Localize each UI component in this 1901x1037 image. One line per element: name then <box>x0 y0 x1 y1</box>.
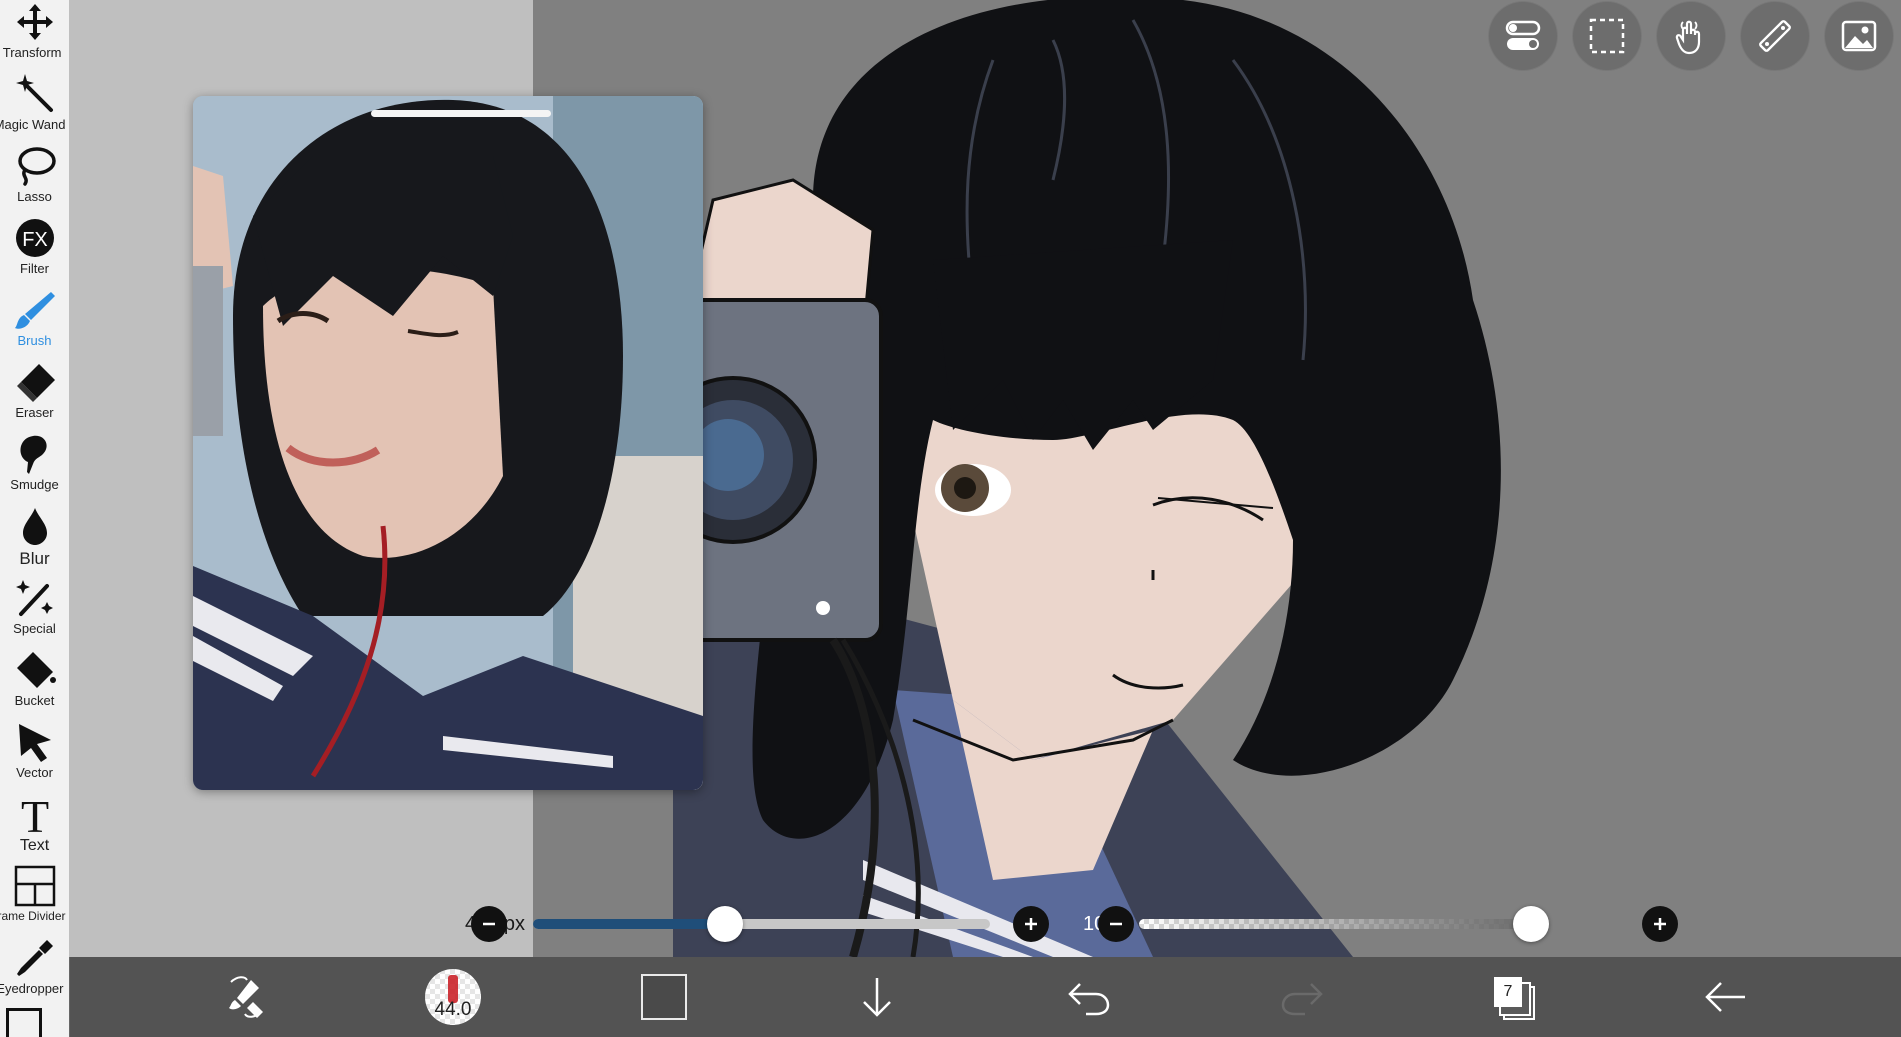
magic-wand-icon <box>15 74 53 112</box>
tool-frame-divider[interactable]: Frame Divider <box>0 862 69 934</box>
text-icon: T <box>20 792 48 836</box>
tool-label: Vector <box>16 765 53 780</box>
tool-label: Blur <box>19 549 50 568</box>
plus-icon <box>1654 918 1666 930</box>
undo-icon <box>1068 983 1110 1016</box>
tool-label: Bucket <box>14 693 55 708</box>
layer-count: 7 <box>1503 983 1513 1000</box>
svg-text:FX: FX <box>22 229 48 251</box>
opacity-slider-knob[interactable] <box>1513 906 1549 942</box>
brush-size-decrease-button[interactable] <box>471 906 507 942</box>
opacity-slider-fill <box>1139 919 1531 929</box>
tool-label: Eraser <box>15 405 54 420</box>
minus-icon <box>1110 922 1122 926</box>
tool-label: Special <box>13 621 56 636</box>
reference-image-icon <box>1841 20 1877 52</box>
tool-label: Eyedropper <box>0 981 64 996</box>
pointer-icon <box>18 724 51 762</box>
bucket-icon <box>16 652 56 688</box>
brush-preview-icon: 44.0 <box>425 969 481 1025</box>
arrow-down-icon <box>863 978 891 1017</box>
minus-icon <box>483 922 495 926</box>
smudge-icon <box>19 435 47 474</box>
eyedropper-icon <box>16 940 53 976</box>
drawing-canvas[interactable] <box>533 0 1901 957</box>
brush-size-increase-button[interactable] <box>1013 906 1049 942</box>
toggle-settings-icon <box>1505 20 1541 50</box>
ruler-button[interactable] <box>1741 2 1809 70</box>
color-picker-button[interactable] <box>624 957 704 1037</box>
apply-layer-down-button[interactable] <box>837 957 917 1037</box>
tool-text[interactable]: T Text <box>0 790 69 862</box>
brush-size-slider-fill <box>533 919 725 929</box>
tool-lasso[interactable]: Lasso <box>0 142 69 214</box>
tool-label: Smudge <box>10 477 59 492</box>
selection-icon <box>1589 18 1625 54</box>
hand-gesture-button[interactable] <box>1657 2 1725 70</box>
sparkle-pen-icon <box>15 580 53 616</box>
arrow-left-icon <box>1705 982 1745 1012</box>
reference-photo <box>193 96 703 790</box>
reference-window-drag-handle[interactable] <box>371 110 551 117</box>
opacity-decrease-button[interactable] <box>1098 906 1134 942</box>
back-button[interactable] <box>1686 957 1766 1037</box>
tool-label: Lasso <box>17 189 52 204</box>
current-color-swatch <box>641 974 687 1020</box>
layers-button[interactable]: 7 <box>1474 957 1554 1037</box>
tool-eyedropper[interactable]: Eyedropper <box>0 934 69 1006</box>
settings-toggle-button[interactable] <box>1489 2 1557 70</box>
lasso-icon <box>17 147 56 186</box>
brush-size-value: 44.0 <box>434 999 472 1020</box>
redo-button[interactable] <box>1262 957 1342 1037</box>
swap-tools-icon <box>229 976 263 1018</box>
opacity-increase-button[interactable] <box>1642 906 1678 942</box>
drop-icon <box>22 508 47 545</box>
tool-sidebar: Transform Magic Wand Lasso FX Filter Bru… <box>0 0 70 1037</box>
frame-divider-icon <box>14 865 55 907</box>
tool-label: Magic Wand <box>0 117 66 132</box>
next-tool-partial-icon <box>6 1008 42 1037</box>
tool-label: Frame Divider <box>0 909 66 923</box>
tool-label: Text <box>19 837 50 854</box>
tool-blur[interactable]: Blur <box>0 502 69 574</box>
undo-button[interactable] <box>1049 957 1129 1037</box>
tool-transform[interactable]: Transform <box>0 0 69 70</box>
tool-special[interactable]: Special <box>0 574 69 646</box>
tool-label: Brush <box>17 333 52 348</box>
tool-magic-wand[interactable]: Magic Wand <box>0 70 69 142</box>
brush-size-slider-knob[interactable] <box>706 906 743 942</box>
bottom-toolbar: 44.0 7 <box>69 957 1901 1037</box>
canvas-area[interactable]: 44.0px 100% <box>69 0 1901 957</box>
brush-eraser-swap-button[interactable] <box>206 957 286 1037</box>
reference-image-button[interactable] <box>1825 2 1893 70</box>
selection-button[interactable] <box>1573 2 1641 70</box>
brush-settings-button[interactable]: 44.0 <box>413 957 493 1037</box>
tool-vector[interactable]: Vector <box>0 718 69 790</box>
hand-gesture-icon <box>1675 20 1701 55</box>
tool-smudge[interactable]: Smudge <box>0 430 69 502</box>
redo-icon <box>1281 983 1323 1016</box>
plus-icon <box>1025 918 1037 930</box>
eraser-icon <box>16 364 55 402</box>
fx-icon: FX <box>15 219 54 257</box>
tool-filter[interactable]: FX Filter <box>0 214 69 286</box>
reference-image-window[interactable] <box>193 96 703 790</box>
tool-brush[interactable]: Brush <box>0 286 69 358</box>
brush-icon <box>14 292 55 329</box>
tool-bucket[interactable]: Bucket <box>0 646 69 718</box>
tool-label: Transform <box>2 45 62 60</box>
ruler-icon <box>1759 20 1791 52</box>
move-arrows-icon <box>16 4 53 40</box>
tool-eraser[interactable]: Eraser <box>0 358 69 430</box>
layers-icon: 7 <box>1489 972 1539 1022</box>
tool-label: Filter <box>20 261 49 276</box>
svg-text:T: T <box>20 792 48 836</box>
anime-girl-artwork <box>649 0 1501 957</box>
